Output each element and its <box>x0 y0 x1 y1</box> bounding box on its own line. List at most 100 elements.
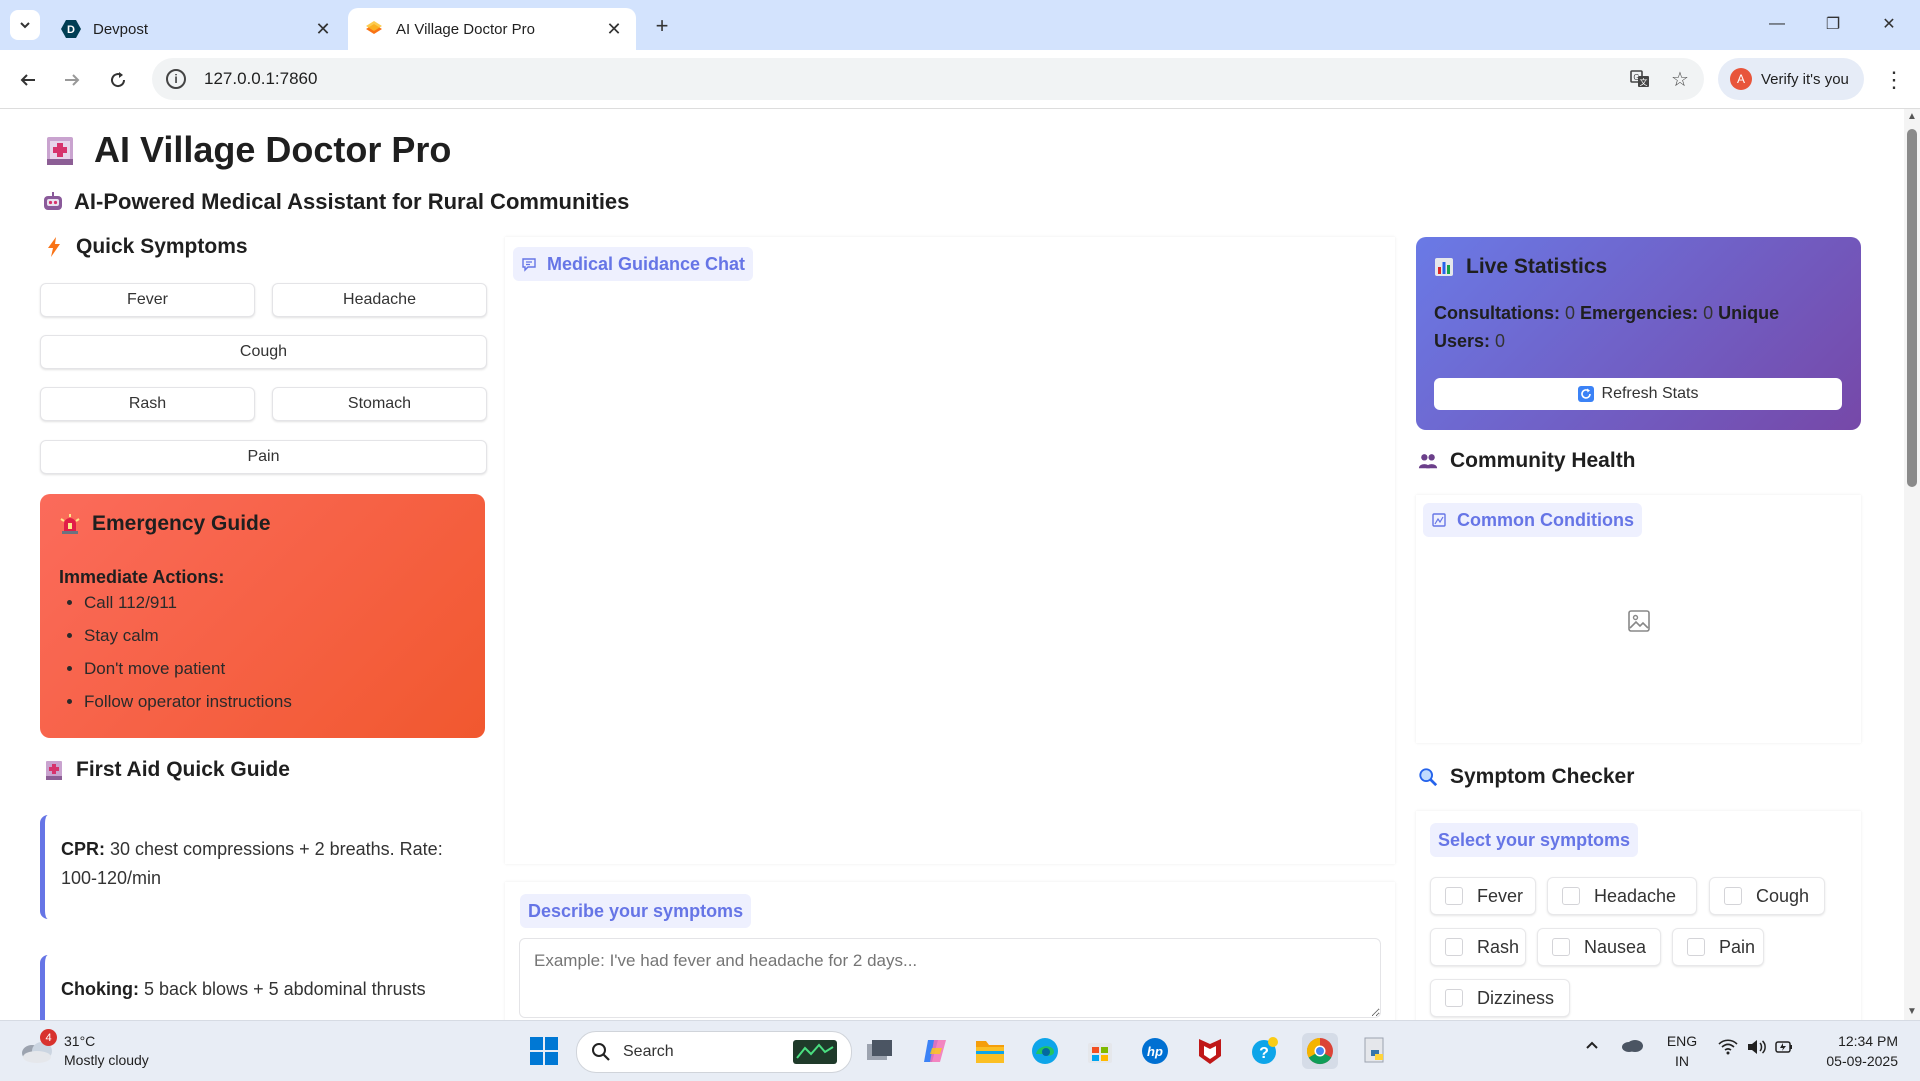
bookmark-star-icon[interactable]: ☆ <box>1664 63 1696 95</box>
emergencies-value: 0 <box>1703 303 1714 323</box>
checkbox-rash[interactable]: Rash <box>1430 928 1526 966</box>
quick-symptom-pain-button[interactable]: Pain <box>40 440 487 474</box>
tab-devpost[interactable]: D Devpost ✕ <box>45 8 345 50</box>
checkbox-box[interactable] <box>1562 887 1580 905</box>
checkbox-fever[interactable]: Fever <box>1430 877 1536 915</box>
file-explorer-icon[interactable] <box>972 1033 1008 1069</box>
consultations-label: Consultations: <box>1434 303 1560 323</box>
checkbox-cough[interactable]: Cough <box>1709 877 1825 915</box>
emergency-action-list: Call 112/911 Stay calm Don't move patien… <box>40 586 292 718</box>
common-conditions-label: Common Conditions <box>1423 503 1642 537</box>
address-bar[interactable]: i 127.0.0.1:7860 文G ☆ <box>152 58 1704 100</box>
page-subtitle-text: AI-Powered Medical Assistant for Rural C… <box>74 189 630 214</box>
svg-text:?: ? <box>1259 1045 1269 1062</box>
tab-ai-village-doctor[interactable]: AI Village Doctor Pro ✕ <box>348 8 636 50</box>
task-view-icon[interactable] <box>862 1033 898 1069</box>
devpost-favicon-icon: D <box>61 19 81 39</box>
onedrive-cloud-icon[interactable] <box>1620 1037 1644 1056</box>
checkbox-box[interactable] <box>1445 989 1463 1007</box>
emergency-guide-heading: Emergency Guide <box>60 512 271 536</box>
back-button[interactable] <box>12 64 44 96</box>
checkbox-label: Cough <box>1756 885 1810 906</box>
bar-chart-icon <box>1435 258 1453 276</box>
page-title: AI Village Doctor Pro <box>44 129 451 171</box>
quick-symptom-fever-button[interactable]: Fever <box>40 283 255 317</box>
language-indicator[interactable]: ENG IN <box>1664 1031 1700 1071</box>
taskbar-search[interactable]: Search <box>576 1031 852 1073</box>
battery-icon[interactable] <box>1774 1039 1794 1058</box>
browser-menu-icon[interactable]: ⋮ <box>1880 64 1908 96</box>
checkbox-nausea[interactable]: Nausea <box>1537 928 1661 966</box>
scrollbar-thumb[interactable] <box>1907 129 1917 487</box>
clock-date: 05-09-2025 <box>1826 1053 1898 1069</box>
help-icon[interactable]: ? <box>1247 1033 1283 1069</box>
microsoft-store-icon[interactable] <box>1082 1033 1118 1069</box>
scroll-down-arrow-icon[interactable]: ▼ <box>1906 1006 1918 1018</box>
chat-label: Medical Guidance Chat <box>513 247 754 281</box>
hp-app-icon[interactable]: hp <box>1137 1033 1173 1069</box>
avatar: A <box>1730 68 1752 90</box>
checkbox-dizziness[interactable]: Dizziness <box>1430 979 1570 1017</box>
describe-label: Describe your symptoms <box>520 894 752 928</box>
quick-symptom-headache-button[interactable]: Headache <box>272 283 487 317</box>
clock-time: 12:34 PM <box>1838 1033 1898 1049</box>
close-window-button[interactable]: ✕ <box>1866 8 1912 40</box>
checkbox-headache[interactable]: Headache <box>1547 877 1697 915</box>
quick-symptoms-heading-text: Quick Symptoms <box>76 235 248 258</box>
svg-text:hp: hp <box>1147 1044 1163 1059</box>
checkbox-pain[interactable]: Pain <box>1672 928 1764 966</box>
magnifier-icon <box>1418 766 1438 788</box>
edge-browser-icon[interactable] <box>1027 1033 1063 1069</box>
page-title-text: AI Village Doctor Pro <box>94 129 452 170</box>
chrome-icon[interactable] <box>1302 1033 1338 1069</box>
restore-button[interactable]: ❐ <box>1810 8 1856 40</box>
wifi-icon[interactable] <box>1718 1039 1738 1058</box>
new-tab-button[interactable]: + <box>648 12 676 40</box>
close-tab-icon[interactable]: ✕ <box>311 17 335 41</box>
svg-text:D: D <box>67 24 75 36</box>
checkbox-box[interactable] <box>1552 938 1570 956</box>
url-text[interactable]: 127.0.0.1:7860 <box>204 69 1624 89</box>
checkbox-box[interactable] <box>1445 938 1463 956</box>
start-button[interactable] <box>526 1033 562 1069</box>
copilot-icon[interactable] <box>917 1033 953 1069</box>
first-aid-card-text: 5 back blows + 5 abdominal thrusts <box>144 979 426 999</box>
minimize-button[interactable]: — <box>1754 8 1800 40</box>
tray-expand-icon[interactable] <box>1584 1037 1600 1056</box>
site-info-icon[interactable]: i <box>166 69 186 89</box>
checkbox-box[interactable] <box>1687 938 1705 956</box>
browser-toolbar: i 127.0.0.1:7860 文G ☆ A Verify it's you … <box>0 50 1920 109</box>
checkbox-box[interactable] <box>1445 887 1463 905</box>
search-label: Search <box>623 1043 674 1060</box>
statistics-summary: Consultations: 0 Emergencies: 0 Unique U… <box>1434 299 1834 355</box>
checkbox-label: Pain <box>1719 936 1756 957</box>
select-symptoms-label: Select your symptoms <box>1430 823 1639 857</box>
forward-button[interactable] <box>56 64 88 96</box>
refresh-stats-button[interactable]: Refresh Stats <box>1434 378 1842 410</box>
reload-button[interactable] <box>102 64 134 96</box>
list-item: Don't move patient <box>84 652 292 685</box>
page-scrollbar[interactable]: ▲ ▼ <box>1904 109 1920 1020</box>
mcafee-icon[interactable] <box>1192 1033 1228 1069</box>
symptoms-input[interactable] <box>519 938 1381 1018</box>
list-item: Follow operator instructions <box>84 685 292 718</box>
weather-badge: 4 <box>40 1029 57 1046</box>
tab-search-button[interactable] <box>10 10 40 40</box>
quick-symptom-stomach-button[interactable]: Stomach <box>272 387 487 421</box>
weather-widget[interactable]: 4 31°C Mostly cloudy <box>20 1029 170 1073</box>
checkbox-box[interactable] <box>1724 887 1742 905</box>
scroll-up-arrow-icon[interactable]: ▲ <box>1906 111 1918 123</box>
profile-label: Verify it's you <box>1761 70 1849 88</box>
page-viewport: AI Village Doctor Pro AI-Powered Medical… <box>0 109 1920 1020</box>
close-tab-icon[interactable]: ✕ <box>602 17 626 41</box>
quick-symptom-rash-button[interactable]: Rash <box>40 387 255 421</box>
taskbar-clock[interactable]: 12:34 PM 05-09-2025 <box>1818 1031 1898 1071</box>
volume-icon[interactable] <box>1746 1039 1766 1058</box>
chat-bubble-icon <box>522 258 536 272</box>
quick-symptom-cough-button[interactable]: Cough <box>40 335 487 369</box>
first-aid-card-label: Choking: <box>61 979 139 999</box>
python-file-icon[interactable] <box>1357 1033 1393 1069</box>
profile-button[interactable]: A Verify it's you <box>1718 58 1864 100</box>
windows-taskbar: 4 31°C Mostly cloudy Search hp ? ENG IN … <box>0 1020 1920 1081</box>
translate-icon[interactable]: 文G <box>1624 63 1656 95</box>
